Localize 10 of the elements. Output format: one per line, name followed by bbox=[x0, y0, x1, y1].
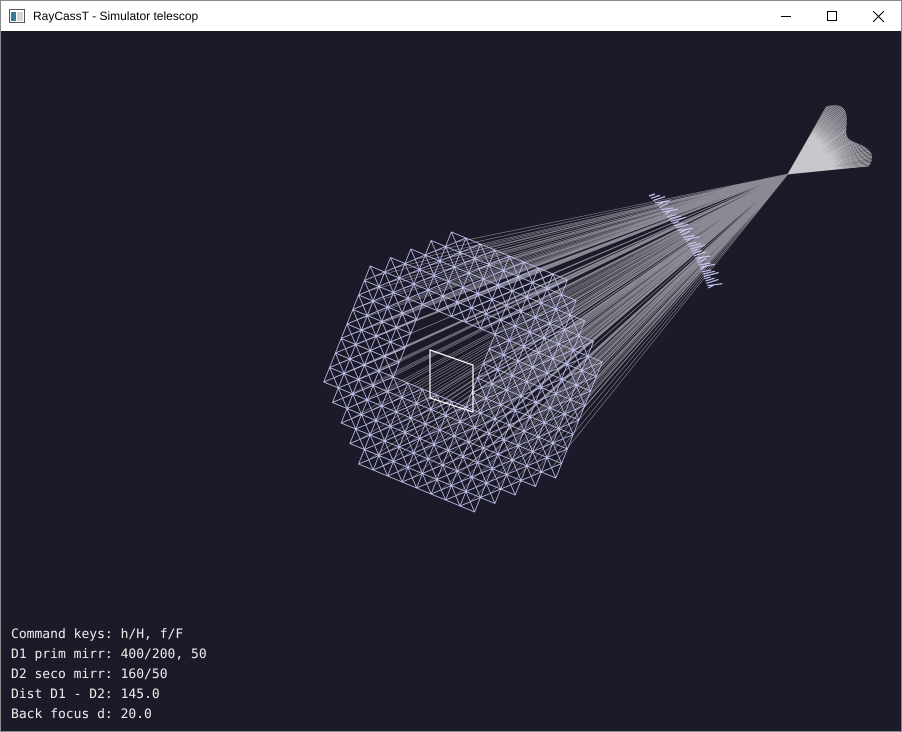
focus-square-drawing bbox=[429, 349, 474, 413]
info-line: Back focus d: 20.0 bbox=[11, 706, 153, 724]
info-line: Dist D1 - D2: 145.0 bbox=[11, 686, 161, 704]
close-icon bbox=[872, 10, 884, 22]
info-line: D1 prim mirr: 400/200, 50 bbox=[11, 646, 208, 664]
app-icon bbox=[9, 9, 25, 23]
window-title: RayCassT - Simulator telescop bbox=[33, 8, 198, 25]
info-line: Command keys: h/H, f/F bbox=[11, 626, 184, 644]
info-line: D2 seco mirr: 160/50 bbox=[11, 666, 169, 684]
maximize-icon bbox=[827, 11, 837, 21]
